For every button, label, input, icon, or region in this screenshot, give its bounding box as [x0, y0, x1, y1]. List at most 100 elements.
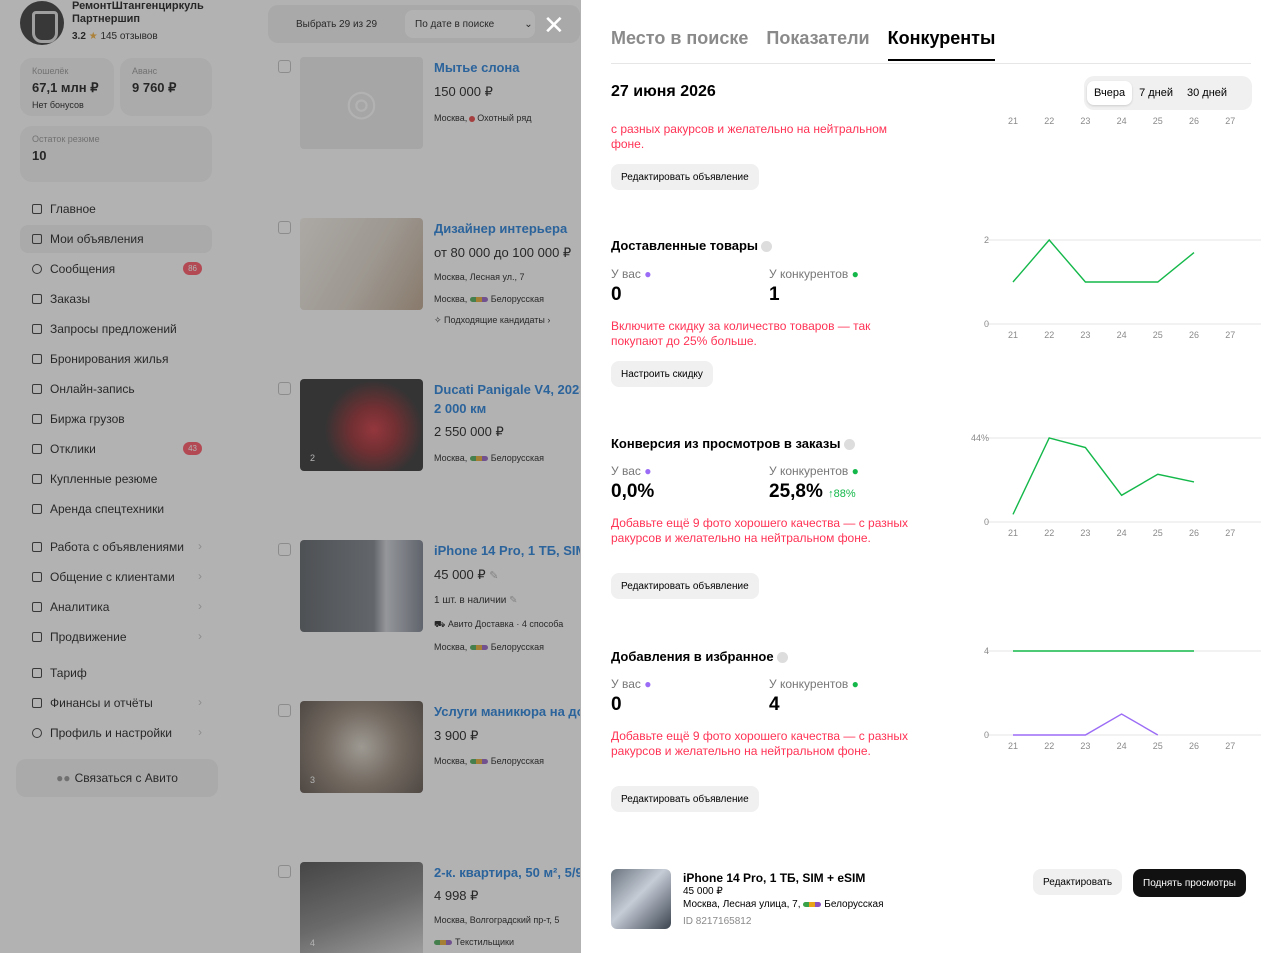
x-tick-label: 27	[1225, 528, 1235, 538]
competitors-panel: Место в поиске Показатели Конкуренты 27 …	[581, 0, 1280, 953]
photo-advice: Добавьте ещё 9 фото хорошего качества — …	[611, 729, 909, 758]
competitors-label: У конкурентов ●	[769, 677, 859, 691]
chart-top-partial: 21 22 23 24 25 26 27	[1008, 116, 1235, 126]
x-tick-label: 22	[1044, 741, 1054, 751]
boost-views-button[interactable]: Поднять просмотры	[1133, 869, 1246, 897]
x-tick-label: 22	[1044, 116, 1054, 126]
edit-button[interactable]: Редактировать	[1033, 869, 1123, 895]
y-tick-label: 44%	[971, 433, 989, 443]
x-tick-label: 27	[1225, 116, 1235, 126]
x-tick-label: 25	[1153, 330, 1163, 340]
ad-footer: iPhone 14 Pro, 1 ТБ, SIM + eSIM 45 000 ₽…	[611, 869, 1251, 929]
edit-ad-button[interactable]: Редактировать объявление	[611, 164, 759, 190]
ad-address: Москва, Лесная улица, 7,	[683, 899, 801, 910]
x-tick-label: 25	[1153, 116, 1163, 126]
you-dot-icon: ●	[644, 677, 652, 691]
you-label-text: У вас	[611, 677, 641, 691]
metric-title-text: Добавления в избранное	[611, 649, 774, 664]
x-tick-label: 26	[1189, 528, 1199, 538]
x-tick-label: 21	[1008, 330, 1018, 340]
x-tick-label: 21	[1008, 741, 1018, 751]
period-7-days[interactable]: 7 дней	[1132, 81, 1180, 105]
you-value: 0	[611, 284, 622, 305]
ad-price: 45 000 ₽	[683, 886, 723, 897]
divider	[611, 63, 1251, 64]
close-icon[interactable]: ✕	[543, 12, 565, 38]
competitors-value: 4	[769, 694, 780, 715]
competitors-label: У конкурентов ●	[769, 464, 859, 478]
period-switch: Вчера 7 дней 30 дней	[1084, 76, 1252, 110]
metric-title-text: Конверсия из просмотров в заказы	[611, 436, 841, 451]
x-tick-label: 21	[1008, 116, 1018, 126]
y-tick-label: 0	[984, 319, 989, 329]
help-icon[interactable]	[761, 241, 773, 253]
competitors-dot-icon: ●	[851, 267, 859, 281]
competitors-label: У конкурентов ●	[769, 267, 859, 281]
x-tick-label: 27	[1225, 330, 1235, 340]
metric-title: Добавления в избранное	[611, 649, 788, 664]
x-tick-label: 22	[1044, 528, 1054, 538]
period-yesterday[interactable]: Вчера	[1087, 81, 1133, 105]
period-30-days[interactable]: 30 дней	[1180, 81, 1234, 105]
competitors-dot-icon: ●	[851, 464, 859, 478]
ad-title[interactable]: iPhone 14 Pro, 1 ТБ, SIM + eSIM	[683, 871, 865, 885]
chart-favorites: 4 0 21 22 23 24 25 26 27	[984, 646, 1261, 751]
competitors-value: 25,8% ↑88%	[769, 481, 856, 503]
x-tick-label: 23	[1080, 528, 1090, 538]
you-value: 0,0%	[611, 481, 655, 502]
help-icon[interactable]	[843, 439, 855, 451]
you-label-text: У вас	[611, 464, 641, 478]
x-tick-label: 23	[1080, 330, 1090, 340]
you-dot-icon: ●	[644, 464, 652, 478]
y-tick-label: 0	[984, 730, 989, 740]
discount-advice: Включите скидку за количество товаров — …	[611, 319, 871, 348]
x-tick-label: 24	[1117, 741, 1127, 751]
x-tick-label: 26	[1189, 116, 1199, 126]
y-tick-label: 4	[984, 646, 989, 656]
you-label: У вас ●	[611, 677, 651, 691]
ad-station: Белорусская	[824, 899, 884, 910]
x-tick-label: 23	[1080, 741, 1090, 751]
competitors-label-text: У конкурентов	[769, 677, 849, 691]
report-date: 27 июня 2026	[611, 83, 716, 100]
help-icon[interactable]	[776, 652, 788, 664]
you-label: У вас ●	[611, 464, 651, 478]
metric-title-text: Доставленные товары	[611, 238, 759, 253]
growth-badge: ↑88%	[828, 488, 856, 500]
y-tick-label: 2	[984, 235, 989, 245]
x-tick-label: 25	[1153, 741, 1163, 751]
metric-title: Доставленные товары	[611, 238, 773, 253]
tab-metrics[interactable]: Показатели	[766, 28, 869, 61]
edit-ad-button[interactable]: Редактировать объявление	[611, 786, 759, 812]
x-tick-label: 27	[1225, 741, 1235, 751]
metric-title: Конверсия из просмотров в заказы	[611, 436, 855, 451]
series-line	[1012, 437, 1195, 515]
competitors-value: 1	[769, 284, 780, 305]
tab-competitors[interactable]: Конкуренты	[887, 28, 996, 61]
photo-advice: с разных ракурсов и желательно на нейтра…	[611, 122, 887, 151]
ad-location: Москва, Лесная улица, 7, Белорусская	[683, 899, 884, 910]
competitors-label-text: У конкурентов	[769, 464, 849, 478]
you-label: У вас ●	[611, 267, 651, 281]
tab-search-position[interactable]: Место в поиске	[611, 28, 748, 61]
competitors-dot-icon: ●	[851, 677, 859, 691]
x-tick-label: 24	[1117, 528, 1127, 538]
x-tick-label: 22	[1044, 330, 1054, 340]
setup-discount-button[interactable]: Настроить скидку	[611, 361, 713, 387]
panel-tabs: Место в поиске Показатели Конкуренты	[611, 28, 1013, 61]
edit-ad-button[interactable]: Редактировать объявление	[611, 573, 759, 599]
you-dot-icon: ●	[644, 267, 652, 281]
x-tick-label: 24	[1117, 330, 1127, 340]
x-tick-label: 23	[1080, 116, 1090, 126]
chart-conversion: 44% 0 21 22 23 24 25 26 27	[971, 433, 1261, 538]
modal-backdrop[interactable]	[0, 0, 581, 953]
metro-lines-icon	[803, 901, 822, 907]
x-tick-label: 26	[1189, 741, 1199, 751]
series-line	[1013, 713, 1159, 736]
ad-id: ID 8217165812	[683, 916, 752, 927]
x-tick-label: 25	[1153, 528, 1163, 538]
app-root: РемонтШтангенциркуль Партнершип 3.2 ★ 14…	[0, 0, 1280, 953]
ad-thumbnail[interactable]	[611, 869, 671, 929]
series-line	[1012, 238, 1195, 283]
x-tick-label: 24	[1117, 116, 1127, 126]
